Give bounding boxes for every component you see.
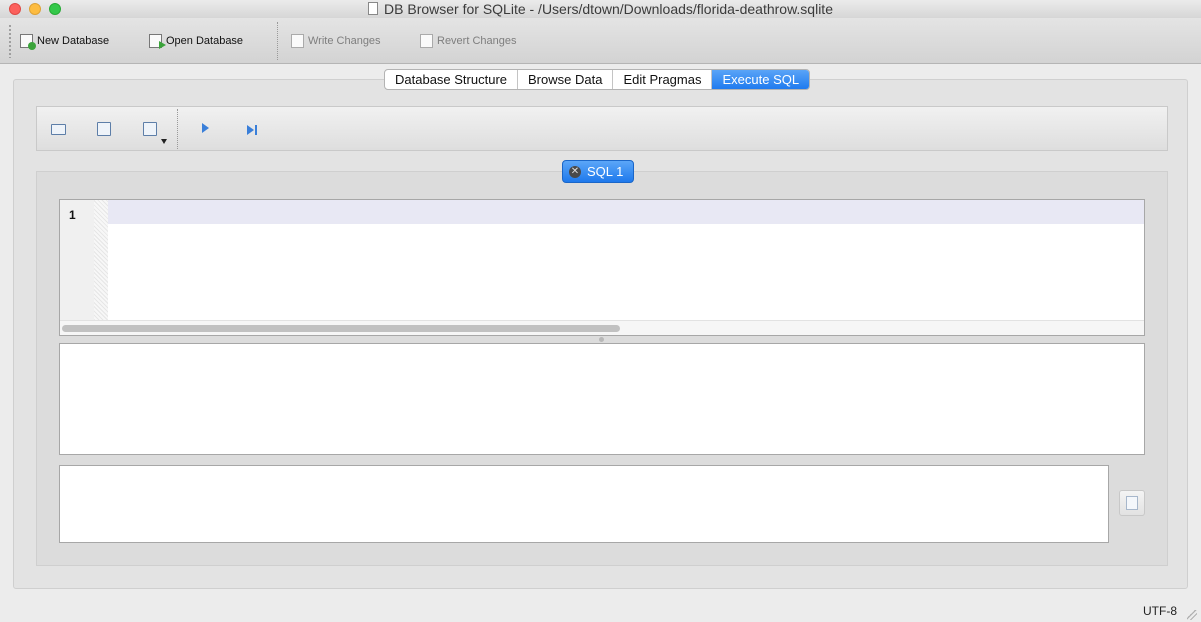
sql-toolbar [36, 106, 1168, 151]
app-window: DB Browser for SQLite - /Users/dtown/Dow… [0, 0, 1201, 622]
tab-database-structure[interactable]: Database Structure [385, 70, 519, 89]
error-message-pane[interactable] [59, 465, 1109, 543]
new-database-icon [20, 34, 36, 50]
window-title-wrap: DB Browser for SQLite - /Users/dtown/Dow… [0, 1, 1201, 17]
tab-edit-pragmas[interactable]: Edit Pragmas [613, 70, 713, 89]
toolbar-grip[interactable] [8, 24, 12, 58]
splitter-handle[interactable] [599, 337, 604, 342]
encoding-label: UTF-8 [1143, 604, 1177, 618]
open-database-label: Open Database [166, 35, 244, 47]
tab-execute-sql[interactable]: Execute SQL [712, 70, 810, 89]
main-toolbar: New Database Open Database Write Changes… [0, 18, 1201, 64]
write-changes-button[interactable]: Write Changes [291, 32, 381, 50]
open-database-icon [149, 34, 166, 49]
results-table[interactable] [59, 343, 1145, 455]
write-changes-label: Write Changes [308, 35, 381, 47]
scrollbar-thumb[interactable] [62, 325, 620, 332]
open-database-button[interactable]: Open Database [149, 32, 243, 50]
window-title: DB Browser for SQLite - /Users/dtown/Dow… [384, 1, 833, 17]
save-results-button[interactable] [1119, 490, 1145, 516]
sql-editor[interactable]: 1 [59, 199, 1145, 336]
revert-changes-button[interactable]: Revert Changes [420, 32, 517, 50]
execute-all-icon[interactable] [202, 123, 216, 137]
new-database-label: New Database [37, 35, 110, 47]
new-database-button[interactable]: New Database [20, 32, 109, 50]
save-results-icon [1126, 496, 1138, 510]
toolbar-separator [277, 22, 278, 60]
open-tab-icon[interactable] [51, 124, 66, 135]
execute-current-line-icon[interactable] [247, 123, 261, 137]
current-line-highlight [108, 200, 1144, 224]
resize-grip-icon[interactable] [1187, 610, 1197, 620]
tab-browse-data[interactable]: Browse Data [518, 70, 614, 89]
title-bar: DB Browser for SQLite - /Users/dtown/Dow… [0, 0, 1201, 18]
line-number-gutter: 1 [60, 200, 94, 320]
sql-toolbar-separator [177, 109, 178, 149]
main-tab-bar: Database Structure Browse Data Edit Prag… [384, 69, 811, 90]
revert-changes-label: Revert Changes [437, 35, 517, 47]
write-changes-icon [291, 34, 304, 48]
horizontal-scrollbar[interactable] [60, 320, 1144, 335]
document-icon [368, 2, 379, 15]
fold-margin [94, 200, 108, 320]
close-tab-icon[interactable]: ✕ [569, 165, 581, 178]
status-bar: UTF-8 [0, 600, 1201, 622]
line-number: 1 [69, 208, 76, 222]
save-sql-file-icon[interactable] [143, 122, 157, 136]
open-sql-file-icon[interactable] [97, 122, 111, 136]
revert-changes-icon [420, 34, 433, 48]
sql-tab[interactable]: ✕ SQL 1 [562, 160, 635, 183]
sql-tab-label: SQL 1 [587, 164, 624, 179]
save-dropdown-icon[interactable] [161, 139, 167, 144]
